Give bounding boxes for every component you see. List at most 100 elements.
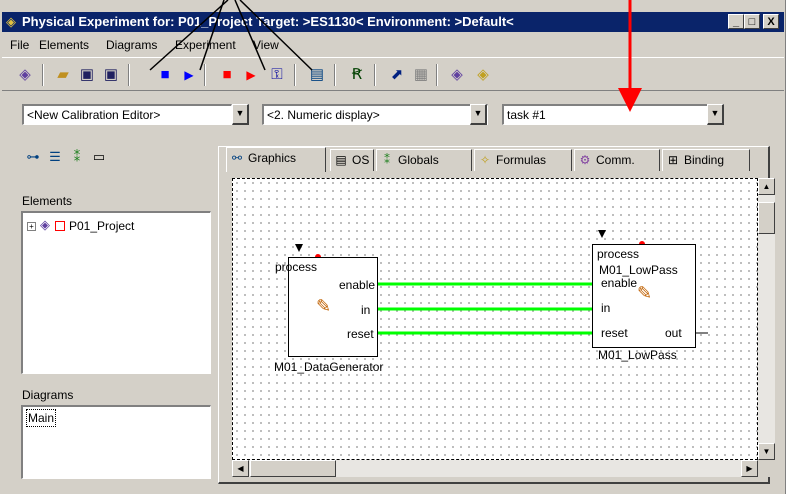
binding-icon: ⊞ [667, 153, 679, 167]
experiment-icon[interactable]: ◈ [14, 64, 36, 86]
tab-graphics-label: Graphics [248, 151, 297, 165]
scroll-up-icon[interactable]: ▲ [758, 178, 775, 195]
start-measure-icon[interactable]: ▶ [240, 64, 262, 86]
save-as-icon[interactable]: ▣ [100, 64, 122, 86]
elements-tree: + ◈ P01_Project [21, 211, 211, 374]
tab-binding[interactable]: ⊞ Binding [662, 149, 750, 171]
block1-port-reset[interactable]: reset [347, 327, 374, 341]
chevron-down-icon[interactable]: ▼ [232, 104, 249, 125]
block-data-generator[interactable]: process enable ✎ in reset [275, 257, 378, 357]
configure-icon[interactable]: ◈ [446, 64, 468, 86]
tree-view-icon[interactable]: ⊶ [24, 149, 42, 165]
title-bar[interactable]: ◈ Physical Experiment for: P01_Project T… [2, 12, 784, 32]
os-icon: ▤ [335, 153, 347, 167]
block1-name: M01_DataGenerator [274, 360, 384, 374]
horizontal-scrollbar[interactable]: ◀ ▶ [232, 460, 758, 477]
connector-icon[interactable]: ▭ [90, 149, 108, 165]
block2-port-enable[interactable]: enable [601, 276, 637, 290]
menu-file[interactable]: File [10, 37, 29, 53]
diagrams-list: Main [21, 405, 211, 479]
module-icon: ✎ [316, 296, 332, 316]
menu-experiment[interactable]: Experiment [175, 37, 236, 53]
task-combo[interactable]: task #1 [502, 104, 724, 125]
diagram-item-main[interactable]: Main [26, 409, 57, 427]
block-low-pass[interactable]: process M01_LowPass enable ✎ in reset ou… [592, 244, 696, 348]
tab-os-label: OS [352, 153, 370, 167]
module-icon: ✎ [637, 283, 653, 303]
globals-icon[interactable]: ⁑ [68, 149, 86, 165]
block2-title: M01_LowPass [599, 263, 678, 277]
menu-elements[interactable]: Elements [39, 37, 89, 53]
scroll-down-icon[interactable]: ▼ [758, 443, 775, 460]
app-icon: ◈ [6, 14, 16, 29]
vertical-scrollbar[interactable]: ▲ ▼ [758, 178, 775, 460]
close-button[interactable]: X [763, 14, 779, 29]
menu-diagrams[interactable]: Diagrams [106, 37, 157, 53]
data-icon[interactable]: ▤ [306, 64, 328, 86]
globals-tab-icon: ⁑ [384, 153, 390, 167]
toolbar-separator [294, 64, 296, 86]
task-value: task #1 [507, 108, 546, 122]
tab-comm-label: Comm. [596, 153, 635, 167]
comm-icon: ⚙ [579, 153, 591, 167]
calibration-editor-combo[interactable]: <New Calibration Editor> [22, 104, 232, 125]
toolbar-separator [374, 64, 376, 86]
display-value: <2. Numeric display> [267, 108, 380, 122]
chevron-down-icon[interactable]: ▼ [707, 104, 724, 125]
block1-process-label: process [275, 260, 318, 274]
block2-port-out[interactable]: out [665, 326, 682, 340]
tab-comm[interactable]: ⚙ Comm. [574, 149, 660, 171]
scroll-corner [758, 460, 775, 477]
tab-graphics[interactable]: ⚯ Graphics [226, 147, 326, 172]
tree-item-project[interactable]: P01_Project [69, 218, 134, 234]
disabled-icon: ▦ [413, 66, 429, 83]
display-combo[interactable]: <2. Numeric display> [262, 104, 488, 125]
tab-formulas-label: Formulas [496, 153, 547, 167]
toolbar-separator [436, 64, 438, 86]
chevron-down-icon[interactable]: ▼ [470, 104, 487, 125]
toolbar: ◈ ▰ ▣ ▣ ■ ▶ ■ ▶ ⚿ ▤ Ꞧ ⬈ ▦ ◈ ◈ [2, 57, 784, 91]
block2-process-label: process [597, 247, 640, 261]
toolbar-separator [42, 64, 44, 86]
tab-globals-label: Globals [398, 153, 439, 167]
experiment-window: ◈ Physical Experiment for: P01_Project T… [0, 0, 786, 494]
checkbox-icon[interactable] [55, 221, 65, 231]
toolbar-separator [204, 64, 206, 86]
scroll-right-icon[interactable]: ▶ [741, 460, 758, 477]
graphics-icon: ⚯ [231, 151, 243, 165]
window-title: Physical Experiment for: P01_Project Tar… [22, 14, 514, 29]
open-folder-icon[interactable]: ▰ [52, 64, 74, 86]
scroll-thumb-horizontal[interactable] [250, 460, 336, 477]
block1-port-enable[interactable]: enable [339, 278, 375, 292]
menu-view[interactable]: View [253, 37, 279, 53]
block2-port-reset[interactable]: reset [601, 326, 628, 340]
minimize-button[interactable]: _ [728, 14, 744, 29]
block1-port-in[interactable]: in [361, 303, 370, 317]
scroll-left-icon[interactable]: ◀ [232, 460, 249, 477]
code-gen-icon[interactable]: Ꞧ [346, 64, 368, 86]
block1-trigger-marker [295, 244, 303, 252]
formulas-icon: ✧ [479, 153, 491, 167]
build-icon[interactable]: ◈ [472, 64, 494, 86]
workspace-icon[interactable]: ⚿ [266, 64, 288, 86]
block2-port-in[interactable]: in [601, 301, 610, 315]
list-view-icon[interactable]: ☰ [46, 149, 64, 165]
diagrams-label: Diagrams [22, 388, 74, 402]
tab-os[interactable]: ▤ OS [330, 149, 374, 171]
tab-globals[interactable]: ⁑ Globals [376, 149, 472, 171]
save-icon[interactable]: ▣ [76, 64, 98, 86]
maximize-button[interactable]: □ [744, 14, 760, 29]
stop-all-icon[interactable]: ■ [154, 64, 176, 86]
menu-bar: File Elements Diagrams Experiment View [2, 34, 784, 56]
project-icon: ◈ [40, 217, 50, 232]
block2-trigger-marker [598, 230, 606, 238]
tab-formulas[interactable]: ✧ Formulas [474, 149, 572, 171]
toolbar-separator [128, 64, 130, 86]
elements-label: Elements [22, 194, 73, 208]
resize-icon[interactable]: ⬈ [386, 64, 408, 86]
block2-name: M01_LowPass [598, 348, 677, 362]
start-all-icon[interactable]: ▶ [178, 64, 200, 86]
scroll-thumb-vertical[interactable] [758, 202, 775, 234]
stop-measure-icon[interactable]: ■ [216, 64, 238, 86]
expand-icon[interactable]: + [27, 222, 36, 231]
